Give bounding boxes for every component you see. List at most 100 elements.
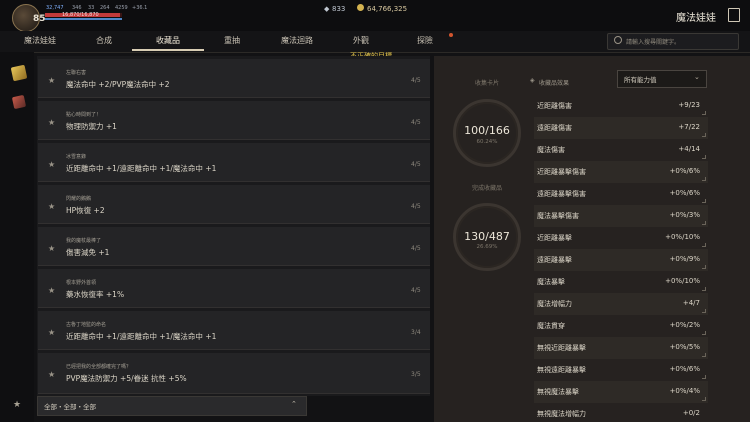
corner-mark	[702, 287, 706, 291]
effect-row: 無視魔法增幅力 +0/2	[534, 403, 708, 422]
corner-mark	[702, 133, 706, 137]
collection-item[interactable]: ★ 已經把我的全部都確完了嗎？ PVP魔法防禦力 +5/眷迷 抗性 +5% 3/…	[38, 353, 430, 394]
collection-effect: 物理防禦力 +1	[66, 122, 117, 131]
collection-count: 3/5	[411, 371, 421, 378]
effect-value: +9/23	[678, 101, 700, 109]
tab-reroll[interactable]: 重抽	[196, 35, 268, 46]
effect-name: 遠距離傷害	[537, 124, 572, 132]
effect-row: 遠距離傷害 +7/22	[534, 117, 708, 139]
collection-count: 4/5	[411, 77, 421, 84]
effect-name: 魔法貫穿	[537, 322, 565, 330]
effect-name: 魔法暴擊	[537, 278, 565, 286]
collection-item[interactable]: ★ 點心時間到了！ 物理防禦力 +1 4/5	[38, 101, 430, 140]
collection-effect: PVP魔法防禦力 +5/眷迷 抗性 +5%	[66, 374, 187, 383]
effect-name: 無視魔法暴擊	[537, 388, 579, 396]
effect-value: +7/22	[678, 123, 700, 131]
cards-collected-label: 收集卡片	[474, 80, 499, 87]
collection-item[interactable]: ★ 左聯右害 魔法命中 +2/PVP魔法命中 +2 4/5	[38, 59, 430, 98]
collection-name: 左聯右害	[66, 70, 87, 76]
effect-name: 遠距離暴擊傷害	[537, 190, 586, 198]
effect-value: +0%/4%	[669, 387, 700, 395]
favorites-filter-star-icon[interactable]: ★	[13, 400, 21, 410]
corner-mark	[702, 353, 706, 357]
effect-value: +0%/6%	[669, 167, 700, 175]
favorite-star-icon[interactable]: ★	[48, 76, 55, 85]
tab-magic-circuit[interactable]: 魔法迴路	[261, 35, 333, 46]
collection-item[interactable]: ★ 閃耀的鵝鵝 HP恢復 +2 4/5	[38, 185, 430, 224]
stat-combat-power: 32,747	[46, 5, 64, 11]
collection-count: 4/5	[411, 119, 421, 126]
effect-value: +0%/6%	[669, 365, 700, 373]
stat-value-5: +36.1	[132, 5, 148, 11]
effect-name: 魔法傷害	[537, 146, 565, 154]
filter-text: 全部・全部・全部	[44, 403, 96, 411]
effect-value: +0%/10%	[665, 277, 700, 285]
collection-name: 閃耀的鵝鵝	[66, 196, 92, 202]
corner-mark	[702, 199, 706, 203]
effect-value: +0%/9%	[669, 255, 700, 263]
collection-count: 4/5	[411, 287, 421, 294]
corner-mark	[702, 331, 706, 335]
notification-dot	[449, 33, 453, 37]
corner-mark	[702, 177, 706, 181]
effect-row: 近距離暴擊 +0%/10%	[534, 227, 708, 249]
effect-name: 近距離暴擊	[537, 234, 572, 242]
effect-name: 無視魔法增幅力	[537, 410, 586, 418]
tab-collection[interactable]: 收藏品	[132, 35, 204, 46]
tab-appearance[interactable]: 外觀	[325, 35, 397, 46]
favorite-star-icon[interactable]: ★	[48, 160, 55, 169]
corner-mark	[702, 155, 706, 159]
effect-row: 無視近距離暴擊 +0%/5%	[534, 337, 708, 359]
effect-value: +4/14	[678, 145, 700, 153]
player-level: 85	[33, 14, 46, 24]
collection-name: 古魯丁地監的命名	[66, 322, 107, 328]
corner-mark	[702, 221, 706, 225]
collection-card-icon[interactable]	[10, 64, 28, 82]
collection-book-icon[interactable]	[11, 94, 27, 110]
effect-value: +4/7	[682, 299, 700, 307]
effect-row: 無視遠距離暴擊 +0%/6%	[534, 359, 708, 381]
completed-collections-label: 完成收藏品	[471, 185, 502, 192]
effect-row: 魔法貫穿 +0%/2%	[534, 315, 708, 337]
collection-item[interactable]: ★ 冰雪意錄 近距離命中 +1/遠距離命中 +1/魔法命中 +1 4/5	[38, 143, 430, 182]
tab-synthesis[interactable]: 合成	[68, 35, 140, 46]
effect-value: +0%/3%	[669, 211, 700, 219]
collection-effect: 傷害減免 +1	[66, 248, 110, 257]
collection-item[interactable]: ★ 古魯丁地監的命名 近距離命中 +1/遠距離命中 +1/魔法命中 +1 3/4	[38, 311, 430, 350]
effect-name: 無視近距離暴擊	[537, 344, 586, 352]
corner-mark	[702, 243, 706, 247]
tab-magic-doll[interactable]: 魔法娃娃	[4, 35, 76, 46]
corner-mark	[702, 309, 706, 313]
gold-count: 64,766,325	[367, 5, 408, 13]
collection-name: 我的魔杖最棒了	[66, 238, 102, 244]
favorite-star-icon[interactable]: ★	[48, 202, 55, 211]
effect-name: 近距離暴擊傷害	[537, 168, 586, 176]
favorite-star-icon[interactable]: ★	[48, 286, 55, 295]
collection-count: 4/5	[411, 203, 421, 210]
favorite-star-icon[interactable]: ★	[48, 244, 55, 253]
chevron-up-icon: ⌃	[291, 400, 297, 408]
favorite-star-icon[interactable]: ★	[48, 118, 55, 127]
mp-bar-fill	[45, 18, 122, 20]
collection-effect: HP恢復 +2	[66, 206, 105, 215]
collection-effect: 藥水恢復率 +1%	[66, 290, 125, 299]
menu-exit-icon[interactable]	[728, 8, 740, 22]
search-placeholder: 請輸入搜尋關鍵字。	[626, 39, 681, 46]
cards-collected-value: 100/166	[464, 124, 510, 137]
effect-name: 魔法增幅力	[537, 300, 572, 308]
corner-mark	[702, 397, 706, 401]
effect-row: 魔法暴擊 +0%/10%	[534, 271, 708, 293]
corner-mark	[702, 375, 706, 379]
mp-bar	[45, 18, 122, 20]
stat-filter-value: 所有能力值	[624, 76, 657, 84]
stat-value-1: 346	[72, 5, 82, 11]
crystal-icon: ◆	[324, 5, 330, 13]
favorite-star-icon[interactable]: ★	[48, 328, 55, 337]
crystal-count: 833	[332, 5, 346, 13]
collection-item[interactable]: ★ 根本野外首領 藥水恢復率 +1% 4/5	[38, 269, 430, 308]
effect-value: +0%/5%	[669, 343, 700, 351]
favorite-star-icon[interactable]: ★	[48, 370, 55, 379]
stat-value-2: 33	[88, 5, 95, 11]
collection-item[interactable]: ★ 我的魔杖最棒了 傷害減免 +1 4/5	[38, 227, 430, 266]
gold-coin-icon	[357, 4, 364, 11]
